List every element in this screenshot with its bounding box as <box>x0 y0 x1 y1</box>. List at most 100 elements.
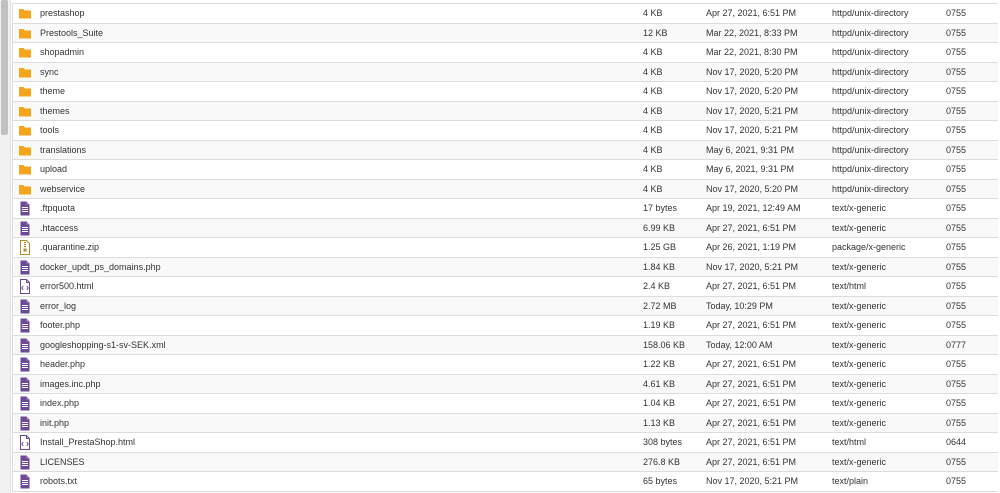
table-row[interactable]: error500.html 2.4 KB Apr 27, 2021, 6:51 PM… <box>12 277 998 297</box>
table-row[interactable]: docker_updt_ps_domains.php 1.84 KB Nov 17,… <box>12 257 998 277</box>
file-size: 17 bytes <box>643 203 678 213</box>
file-size: 2.4 KB <box>643 281 671 291</box>
file-modified: Today, 12:00 AM <box>706 339 773 350</box>
file-modified: May 6, 2021, 9:31 PM <box>706 164 795 174</box>
file-permissions: 0755 <box>946 359 967 369</box>
table-row[interactable]: translations 4 KB May 6, 2021, 9:31 PM http… <box>12 140 998 160</box>
scrollbar-thumb[interactable] <box>1 0 8 135</box>
file-permissions: 0755 <box>946 300 967 311</box>
text-file-icon <box>18 357 32 372</box>
file-name[interactable]: LICENSES <box>40 453 630 472</box>
file-name[interactable]: .quarantine.zip <box>40 238 630 257</box>
file-type: text/x-generic <box>832 339 887 350</box>
file-permissions: 0777 <box>946 339 967 350</box>
file-size: 2.72 MB <box>643 300 677 311</box>
file-type: httpd/unix-directory <box>832 47 909 57</box>
table-row[interactable]: Prestools_Suite 12 KB Mar 22, 2021, 8:33 P… <box>12 23 998 43</box>
file-name[interactable]: themes <box>40 102 630 121</box>
file-name[interactable]: .htaccess <box>40 219 630 238</box>
file-modified: Apr 27, 2021, 6:51 PM <box>706 398 797 408</box>
table-row[interactable]: webservice 4 KB Nov 17, 2020, 5:20 PM httpd… <box>12 179 998 199</box>
file-modified: Nov 17, 2020, 5:20 PM <box>706 183 799 194</box>
file-size: 308 bytes <box>643 437 683 447</box>
file-modified: May 6, 2021, 9:31 PM <box>706 144 795 155</box>
file-name[interactable]: docker_updt_ps_domains.php <box>40 258 630 277</box>
file-name[interactable]: Install_PrestaShop.html <box>40 433 630 452</box>
folder-icon <box>18 143 32 158</box>
file-name[interactable]: error_log <box>40 297 630 316</box>
text-file-icon <box>18 338 32 353</box>
file-name[interactable]: error500.html <box>40 277 630 296</box>
table-row[interactable]: tools 4 KB Nov 17, 2020, 5:21 PM httpd/unix… <box>12 121 998 141</box>
table-row[interactable]: footer.php 1.19 KB Apr 27, 2021, 6:51 PM te… <box>12 316 998 336</box>
text-file-icon <box>18 260 32 275</box>
table-row[interactable]: .quarantine.zip 1.25 GB Apr 26, 2021, 1:19… <box>12 238 998 258</box>
file-permissions: 0644 <box>946 437 967 447</box>
text-file-icon <box>18 318 32 333</box>
file-name[interactable]: googleshopping-s1-sv-SEK.xml <box>40 336 630 355</box>
file-size: 1.22 KB <box>643 359 676 369</box>
table-row[interactable]: init.php 1.13 KB Apr 27, 2021, 6:51 PM text… <box>12 413 998 433</box>
file-name[interactable]: upload <box>40 160 630 179</box>
file-type: httpd/unix-directory <box>832 183 909 194</box>
file-type: text/html <box>832 437 867 447</box>
table-row[interactable]: upload 4 KB May 6, 2021, 9:31 PM httpd/unix… <box>12 160 998 180</box>
file-modified: Nov 17, 2020, 5:21 PM <box>706 105 799 116</box>
table-row[interactable]: googleshopping-s1-sv-SEK.xml 158.06 KB Tod… <box>12 335 998 355</box>
file-name[interactable]: footer.php <box>40 316 630 335</box>
file-size: 4 KB <box>643 144 663 155</box>
file-size: 1.25 GB <box>643 242 677 252</box>
table-row[interactable]: images.inc.php 4.61 KB Apr 27, 2021, 6:51 … <box>12 374 998 394</box>
file-modified: Today, 10:29 PM <box>706 300 773 311</box>
table-row[interactable]: .htaccess 6.99 KB Apr 27, 2021, 6:51 PM tex… <box>12 218 998 238</box>
table-row[interactable]: .ftpquota 17 bytes Apr 19, 2021, 12:49 AM t… <box>12 199 998 219</box>
file-name[interactable]: index.php <box>40 394 630 413</box>
table-row[interactable]: robots.txt 65 bytes Nov 17, 2020, 5:21 PM t… <box>12 472 998 492</box>
table-row[interactable]: prestashop 4 KB Apr 27, 2021, 6:51 PM httpd… <box>12 4 998 24</box>
file-size: 1.84 KB <box>643 261 676 272</box>
text-file-icon <box>18 201 32 216</box>
file-modified: Mar 22, 2021, 8:30 PM <box>706 47 798 57</box>
file-type: httpd/unix-directory <box>832 66 909 77</box>
file-name[interactable]: translations <box>40 141 630 160</box>
table-row[interactable]: error_log 2.72 MB Today, 10:29 PM text/x-ge… <box>12 296 998 316</box>
file-name[interactable]: sync <box>40 63 630 82</box>
text-file-icon <box>18 455 32 470</box>
file-name[interactable]: images.inc.php <box>40 375 630 394</box>
file-name[interactable]: webservice <box>40 180 630 199</box>
file-name[interactable]: Prestools_Suite <box>40 24 630 43</box>
file-name[interactable]: shopadmin <box>40 43 630 62</box>
file-permissions: 0755 <box>946 261 967 272</box>
file-name[interactable]: header.php <box>40 355 630 374</box>
file-permissions: 0755 <box>946 47 967 57</box>
table-row[interactable]: sync 4 KB Nov 17, 2020, 5:20 PM httpd/unix-… <box>12 62 998 82</box>
html-file-icon <box>18 279 32 294</box>
table-row[interactable]: LICENSES 276.8 KB Apr 27, 2021, 6:51 PM tex… <box>12 452 998 472</box>
file-name[interactable]: prestashop <box>40 4 630 23</box>
file-name[interactable]: tools <box>40 121 630 140</box>
file-modified: Nov 17, 2020, 5:21 PM <box>706 476 799 486</box>
file-modified: Nov 17, 2020, 5:21 PM <box>706 261 799 272</box>
file-type: text/x-generic <box>832 320 887 330</box>
table-row[interactable]: index.php 1.04 KB Apr 27, 2021, 6:51 PM tex… <box>12 394 998 414</box>
file-type: httpd/unix-directory <box>832 105 909 116</box>
file-name[interactable]: .ftpquota <box>40 199 630 218</box>
vertical-scrollbar[interactable] <box>0 0 11 493</box>
file-name[interactable]: theme <box>40 82 630 101</box>
file-type: text/x-generic <box>832 203 887 213</box>
file-name[interactable]: robots.txt <box>40 472 630 491</box>
table-row[interactable]: header.php 1.22 KB Apr 27, 2021, 6:51 PM te… <box>12 355 998 375</box>
file-permissions: 0755 <box>946 27 967 38</box>
file-modified: Apr 27, 2021, 6:51 PM <box>706 456 797 467</box>
text-file-icon <box>18 377 32 392</box>
file-type: text/x-generic <box>832 222 887 233</box>
file-type: httpd/unix-directory <box>832 86 909 96</box>
table-row[interactable]: Install_PrestaShop.html 308 bytes Apr 27, … <box>12 433 998 453</box>
file-size: 1.19 KB <box>643 320 676 330</box>
table-row[interactable]: theme 4 KB Nov 17, 2020, 5:20 PM httpd/unix… <box>12 82 998 102</box>
file-type: text/plain <box>832 476 869 486</box>
table-row[interactable]: themes 4 KB Nov 17, 2020, 5:21 PM httpd/uni… <box>12 101 998 121</box>
table-row[interactable]: shopadmin 4 KB Mar 22, 2021, 8:30 PM httpd/… <box>12 43 998 63</box>
file-name[interactable]: init.php <box>40 414 630 433</box>
file-permissions: 0755 <box>946 378 967 389</box>
